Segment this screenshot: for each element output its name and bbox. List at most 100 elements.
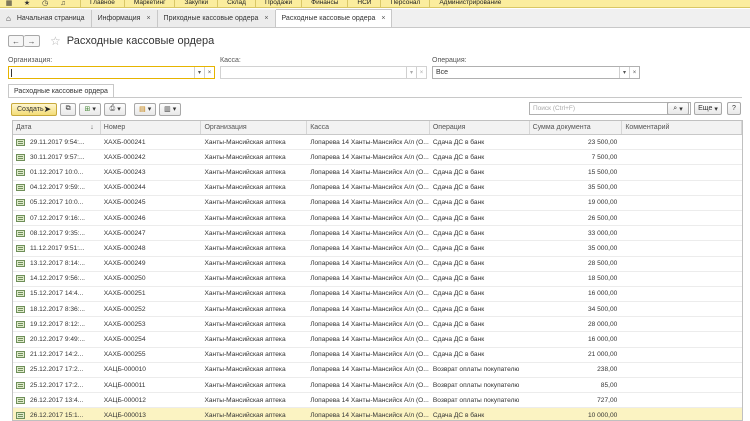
column-header[interactable]: Сумма документа	[530, 121, 623, 134]
tab[interactable]: Приходные кассовые ордера ×	[157, 10, 276, 27]
menu-item[interactable]: Финансы	[301, 0, 347, 8]
dropdown-icon[interactable]: ▾	[619, 67, 629, 78]
table-row[interactable]: 07.12.2017 9:16:... ХАХБ-000246 Ханты-Манс…	[13, 210, 742, 227]
dropdown-icon[interactable]: ▾	[194, 67, 204, 78]
table-row[interactable]: 25.12.2017 17:2... ХАЦБ-000011 Ханты-Манси…	[13, 378, 742, 394]
cell-org: Ханты-Мансийская аптека	[201, 317, 307, 331]
tab[interactable]: ⌂ Начальная страница	[0, 10, 92, 27]
table-row[interactable]: 19.12.2017 8:12:... ХАХБ-000253 Ханты-Манс…	[13, 317, 742, 333]
search-icon: ⌕	[673, 104, 678, 112]
posted-document-icon	[16, 275, 25, 283]
forward-button[interactable]: →	[24, 35, 40, 47]
organization-field[interactable]: ▾ ×	[8, 66, 215, 79]
close-icon[interactable]: ×	[381, 15, 385, 22]
favorite-star-icon[interactable]: ☆	[50, 35, 61, 47]
cell-number: ХАХБ-000245	[101, 196, 202, 210]
menu-item[interactable]: Маркетинг	[123, 0, 175, 8]
column-header[interactable]: Дата ↓	[13, 121, 101, 134]
tab[interactable]: Информация ×	[91, 10, 158, 27]
menu-item[interactable]: Продажи	[254, 0, 301, 8]
cell-text: 16 000,00	[587, 290, 618, 298]
cell-text: 15.12.2017 14:4...	[30, 290, 84, 298]
grid-icon[interactable]: ▦	[0, 0, 18, 8]
table-row[interactable]: 05.12.2017 10:0... ХАХБ-000245 Ханты-Манси…	[13, 195, 742, 211]
table-row[interactable]: 14.12.2017 9:56:... ХАХБ-000250 Ханты-Манс…	[13, 271, 742, 287]
cell-text: Ханты-Мансийская аптека	[204, 351, 286, 359]
list-subtab[interactable]: Расходные кассовые ордера	[8, 84, 114, 98]
cell-date: 13.12.2017 8:14:...	[13, 257, 101, 271]
cell-number: ХАХБ-000250	[101, 272, 202, 286]
cell-comment	[622, 393, 742, 407]
menu-item[interactable]: Склад	[217, 0, 255, 8]
create-button[interactable]: Создать ➤	[11, 102, 58, 116]
related-docs-button[interactable]: ▥ ▾	[159, 102, 182, 116]
back-button[interactable]: ←	[8, 35, 24, 47]
operation-field[interactable]: Все ▾ ×	[432, 66, 640, 79]
close-icon[interactable]: ×	[146, 15, 150, 22]
menu-item[interactable]: Закупки	[174, 0, 217, 8]
cell-text: 19 000,00	[587, 199, 618, 207]
table-row[interactable]: 13.12.2017 8:14:... ХАХБ-000249 Ханты-Манс…	[13, 256, 742, 272]
cell-text: Ханты-Мансийская аптека	[204, 138, 286, 146]
cell-sum: 238,00	[530, 363, 623, 377]
clear-icon[interactable]: ×	[629, 67, 639, 78]
bell-icon[interactable]: ♫	[54, 0, 72, 8]
table-row[interactable]: 25.12.2017 17:2... ХАЦБ-000010 Ханты-Манси…	[13, 362, 742, 378]
cell-kassa: Лопарева 14 Ханты-Мансийск А/л (О...	[307, 363, 430, 377]
clear-icon[interactable]: ×	[204, 67, 214, 78]
column-header[interactable]: Комментарий	[622, 121, 742, 134]
column-header[interactable]: Организация	[201, 121, 308, 134]
table-row[interactable]: 20.12.2017 9:49:... ХАХБ-000254 Ханты-Манс…	[13, 332, 742, 348]
posted-document-icon	[16, 214, 25, 222]
close-icon[interactable]: ×	[264, 15, 268, 22]
copy-button[interactable]: ⧉	[60, 102, 77, 116]
table-row[interactable]: 08.12.2017 9:35:... ХАХБ-000247 Ханты-Манс…	[13, 226, 742, 242]
more-button[interactable]: Еще ▾	[694, 102, 722, 115]
cell-text: Ханты-Мансийская аптека	[204, 305, 286, 313]
reports-button[interactable]: ▤ ▾	[134, 102, 157, 116]
clear-icon[interactable]: ×	[416, 67, 426, 78]
menu-item[interactable]: Персонал	[380, 0, 429, 8]
table-row[interactable]: 11.12.2017 9:51:... ХАХБ-000248 Ханты-Манс…	[13, 241, 742, 257]
table-row[interactable]: 18.12.2017 8:36:... ХАХБ-000252 Ханты-Манс…	[13, 302, 742, 318]
table-row[interactable]: 26.12.2017 13:4... ХАЦБ-000012 Ханты-Манси…	[13, 393, 742, 409]
clock-icon[interactable]: ◷	[36, 0, 54, 8]
kassa-field[interactable]: ▾ ×	[220, 66, 427, 79]
dropdown-icon[interactable]: ▾	[406, 67, 416, 78]
print-button[interactable]: ⎙ ▾	[104, 102, 127, 116]
organization-value	[11, 68, 194, 77]
table-row[interactable]: 30.11.2017 9:57:... ХАХБ-000242 Ханты-Манс…	[13, 150, 742, 166]
cell-number: ХАХБ-000248	[101, 241, 202, 255]
cell-text: 14.12.2017 9:56:...	[30, 275, 85, 283]
menu-item[interactable]: Главное	[80, 0, 124, 8]
cell-text: 01.12.2017 10:0...	[30, 168, 84, 176]
structure-button[interactable]: ⊞ ▾	[79, 102, 102, 116]
chevron-down-icon: ▾	[679, 105, 683, 113]
table-row[interactable]: 29.11.2017 9:54:... ХАХБ-000241 Ханты-Манс…	[13, 135, 742, 151]
cell-text: 05.12.2017 10:0...	[30, 199, 84, 207]
cell-text: 16 000,00	[587, 336, 618, 344]
cell-op: Сдача ДС в банк	[430, 332, 530, 346]
column-header[interactable]: Касса	[307, 121, 430, 134]
table-row[interactable]: 21.12.2017 14:2... ХАХБ-000255 Ханты-Манси…	[13, 347, 742, 363]
table-row[interactable]: 04.12.2017 9:59:... ХАХБ-000244 Ханты-Манс…	[13, 180, 742, 196]
column-header[interactable]: Номер	[101, 121, 202, 134]
search-button[interactable]: ⌕ ▾	[667, 102, 689, 115]
cell-number: ХАЦБ-000010	[101, 363, 202, 377]
organization-label: Организация:	[8, 57, 53, 64]
tab[interactable]: Расходные кассовые ордера ×	[275, 9, 393, 27]
column-header[interactable]: Операция	[430, 121, 530, 134]
cell-comment	[622, 211, 742, 225]
cell-kassa: Лопарева 14 Ханты-Мансийск А/л (О...	[307, 408, 430, 420]
star-icon[interactable]: ★	[18, 0, 36, 8]
cell-comment	[622, 196, 742, 210]
menu-item[interactable]: НСИ	[347, 0, 380, 8]
cell-op: Сдача ДС в банк	[430, 241, 530, 255]
cell-text: Лопарева 14 Ханты-Мансийск А/л (О...	[310, 320, 429, 328]
table-row[interactable]: 26.12.2017 15:1... ХАЦБ-000013 Ханты-Манси…	[13, 408, 742, 420]
menu-item[interactable]: Администрирование	[429, 0, 510, 8]
help-button[interactable]: ?	[727, 102, 741, 115]
table-row[interactable]: 01.12.2017 10:0... ХАХБ-000243 Ханты-Манси…	[13, 165, 742, 181]
table-row[interactable]: 15.12.2017 14:4... ХАХБ-000251 Ханты-Манси…	[13, 286, 742, 303]
posted-document-icon	[16, 184, 25, 192]
